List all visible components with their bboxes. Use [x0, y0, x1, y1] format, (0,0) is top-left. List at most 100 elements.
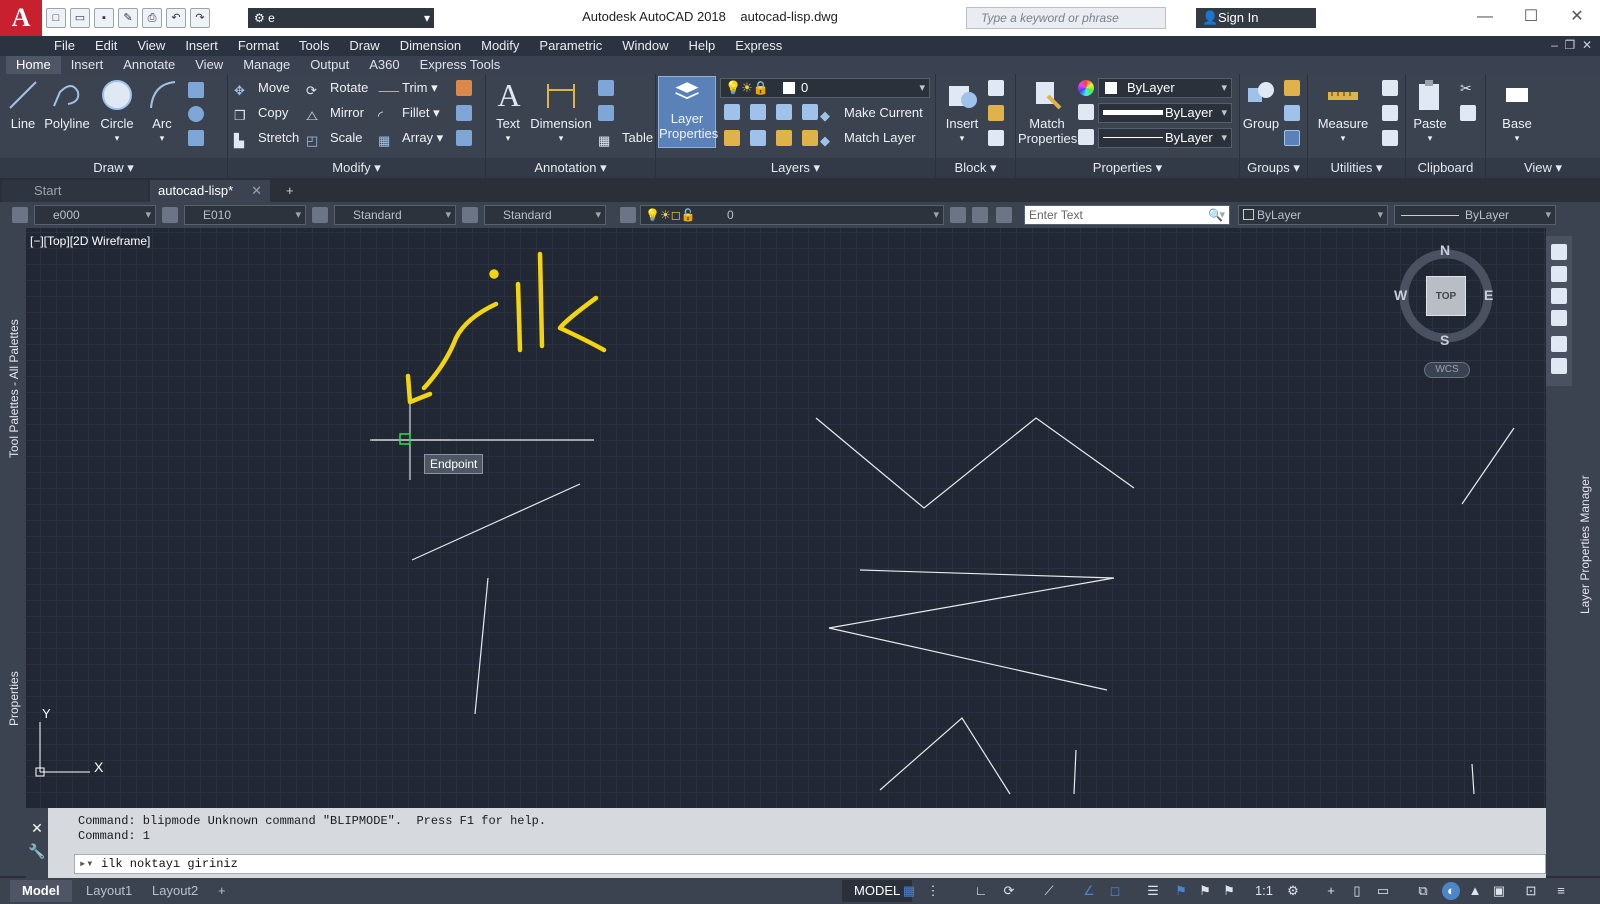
line-entity[interactable]	[474, 577, 489, 715]
annotation-visibility-icon[interactable]: ⚑	[1172, 882, 1190, 900]
close-command-line-icon[interactable]: ✕	[26, 820, 48, 837]
base-button[interactable]: Base ▾	[1492, 78, 1542, 146]
save-icon[interactable]: ▪	[94, 8, 114, 28]
tab-a360[interactable]: A360	[359, 56, 409, 74]
edit-block-icon[interactable]	[988, 105, 1004, 121]
block-panel-title[interactable]: Block ▾	[936, 158, 1015, 178]
group-button[interactable]: Group	[1242, 78, 1280, 131]
table-button[interactable]: ▦ Table	[598, 127, 653, 149]
sign-in-button[interactable]: 👤 Sign In	[1196, 8, 1316, 28]
copy-button[interactable]: ❐ Copy	[234, 102, 288, 124]
drawing-window-controls[interactable]: – ❐ ✕	[1551, 38, 1592, 52]
table-style-icon[interactable]	[312, 207, 328, 223]
menu-insert[interactable]: Insert	[175, 36, 228, 56]
drawing-area[interactable]: [−][Top][2D Wireframe] Y X Endpoint N S …	[26, 228, 1546, 808]
menu-format[interactable]: Format	[228, 36, 289, 56]
lineweight-toggle-icon[interactable]: ☰	[1144, 882, 1162, 900]
clipboard-panel-title[interactable]: Clipboard	[1406, 158, 1485, 178]
layer-properties-manager-label[interactable]: Layer Properties Manager	[1578, 475, 1592, 614]
properties-panel-title[interactable]: Properties ▾	[1016, 158, 1239, 178]
minimize-icon[interactable]: —	[1462, 0, 1508, 36]
new-layer-icon[interactable]	[1551, 244, 1567, 260]
maximize-icon[interactable]: ☐	[1508, 0, 1554, 36]
polyline-entity[interactable]	[879, 717, 1011, 795]
dimension-button[interactable]: Dimension ▾	[530, 78, 592, 146]
layer-thaw-icon[interactable]	[776, 130, 792, 146]
application-menu-button[interactable]: A	[0, 0, 42, 36]
quick-properties-icon[interactable]: ▭	[1374, 882, 1392, 900]
find-text-icon[interactable]: 🔍	[1208, 206, 1223, 224]
utilities-panel-title[interactable]: Utilities ▾	[1308, 158, 1405, 178]
layout-tab-layout1[interactable]: Layout1	[74, 880, 144, 902]
menu-window[interactable]: Window	[612, 36, 678, 56]
layer-unlock-icon[interactable]	[802, 130, 818, 146]
calculator-icon[interactable]	[1382, 130, 1398, 146]
line-entity[interactable]	[411, 483, 581, 561]
move-button[interactable]: ✥ Move	[234, 77, 290, 99]
close-tab-icon[interactable]: ✕	[251, 180, 262, 202]
modify-panel-title[interactable]: Modify ▾	[228, 158, 485, 178]
layer-isolate-icon[interactable]	[750, 104, 766, 120]
object-snap-tracking-icon[interactable]: ∠	[1080, 882, 1098, 900]
fillet-button[interactable]: ◜ Fillet ▾	[378, 102, 440, 124]
insert-button[interactable]: Insert ▾	[942, 78, 982, 146]
leader-icon[interactable]	[598, 105, 614, 121]
layer-dropdown[interactable]: 💡☀🔒 0	[720, 78, 930, 98]
viewcube[interactable]: N S E W TOP WCS	[1394, 240, 1496, 380]
stretch-button[interactable]: ▙ Stretch	[234, 127, 299, 149]
circle-button[interactable]: Circle ▾	[98, 78, 136, 146]
id-point-icon[interactable]	[1382, 80, 1398, 96]
color-control[interactable]: ByLayer	[1238, 205, 1388, 225]
explode-icon[interactable]	[456, 105, 472, 121]
layer-combo[interactable]: 💡☀◻🔓 0	[640, 205, 944, 225]
linetype-icon[interactable]	[1078, 129, 1094, 145]
tab-manage[interactable]: Manage	[233, 56, 300, 74]
open-icon[interactable]: ▭	[70, 8, 90, 28]
dim-style-dropdown[interactable]: E010	[184, 205, 306, 225]
boundary-icon[interactable]	[188, 130, 204, 146]
save-as-icon[interactable]: ✎	[118, 8, 138, 28]
scale-button[interactable]: ◰ Scale	[306, 127, 363, 149]
menu-help[interactable]: Help	[679, 36, 726, 56]
layer-properties-button[interactable]: Layer Properties	[658, 76, 718, 148]
layer-lock-icon[interactable]	[802, 104, 818, 120]
rectangle-icon[interactable]	[188, 82, 204, 98]
menu-file[interactable]: File	[44, 36, 85, 56]
menu-tools[interactable]: Tools	[289, 36, 339, 56]
ortho-icon[interactable]: ∟	[972, 882, 990, 900]
menu-view[interactable]: View	[127, 36, 175, 56]
text-button[interactable]: A Text ▾	[492, 78, 524, 146]
layout-tab-model[interactable]: Model	[10, 880, 72, 902]
linetype-control[interactable]: ByLayer	[1394, 205, 1556, 225]
array-button[interactable]: ▦ Array ▾	[378, 127, 443, 149]
close-icon[interactable]: ✕	[1554, 0, 1600, 36]
annotation-scale-dropdown[interactable]: 1:1	[1248, 882, 1280, 900]
measure-button[interactable]: Measure ▾	[1312, 78, 1374, 146]
lineweight-dropdown[interactable]: ByLayer	[1098, 103, 1232, 123]
offset-icon[interactable]	[456, 130, 472, 146]
layer-manager-icon[interactable]	[620, 207, 636, 223]
mleader-style-dropdown[interactable]: Standard	[484, 205, 606, 225]
isodraft-icon[interactable]: ⟋	[1040, 882, 1058, 900]
line-button[interactable]: Line	[6, 78, 40, 131]
menu-draw[interactable]: Draw	[339, 36, 389, 56]
layers-panel-title[interactable]: Layers ▾	[656, 158, 935, 178]
auto-scale-icon[interactable]: ⚑	[1196, 882, 1214, 900]
enter-text-input[interactable]: Enter Text 🔍	[1024, 205, 1230, 225]
copy-clip-icon[interactable]	[1460, 105, 1476, 121]
hatch-icon[interactable]	[188, 106, 204, 122]
quick-select-icon[interactable]	[1382, 105, 1398, 121]
color-wheel-icon[interactable]	[1078, 80, 1094, 96]
viewcube-west[interactable]: W	[1394, 287, 1407, 303]
set-current-icon[interactable]	[1551, 310, 1567, 326]
ungroup-icon[interactable]	[1284, 80, 1300, 96]
match-layer-button[interactable]: ◆ Match Layer	[820, 127, 916, 149]
line-entity[interactable]	[1471, 763, 1475, 795]
tab-home[interactable]: Home	[6, 56, 61, 74]
menu-parametric[interactable]: Parametric	[529, 36, 612, 56]
new-tab-button[interactable]: +	[280, 180, 302, 202]
layer-state-icon[interactable]	[996, 207, 1012, 223]
settings-icon[interactable]	[1551, 358, 1567, 374]
tab-insert[interactable]: Insert	[61, 56, 114, 74]
lock-ui-icon[interactable]: ⧉	[1414, 882, 1432, 900]
